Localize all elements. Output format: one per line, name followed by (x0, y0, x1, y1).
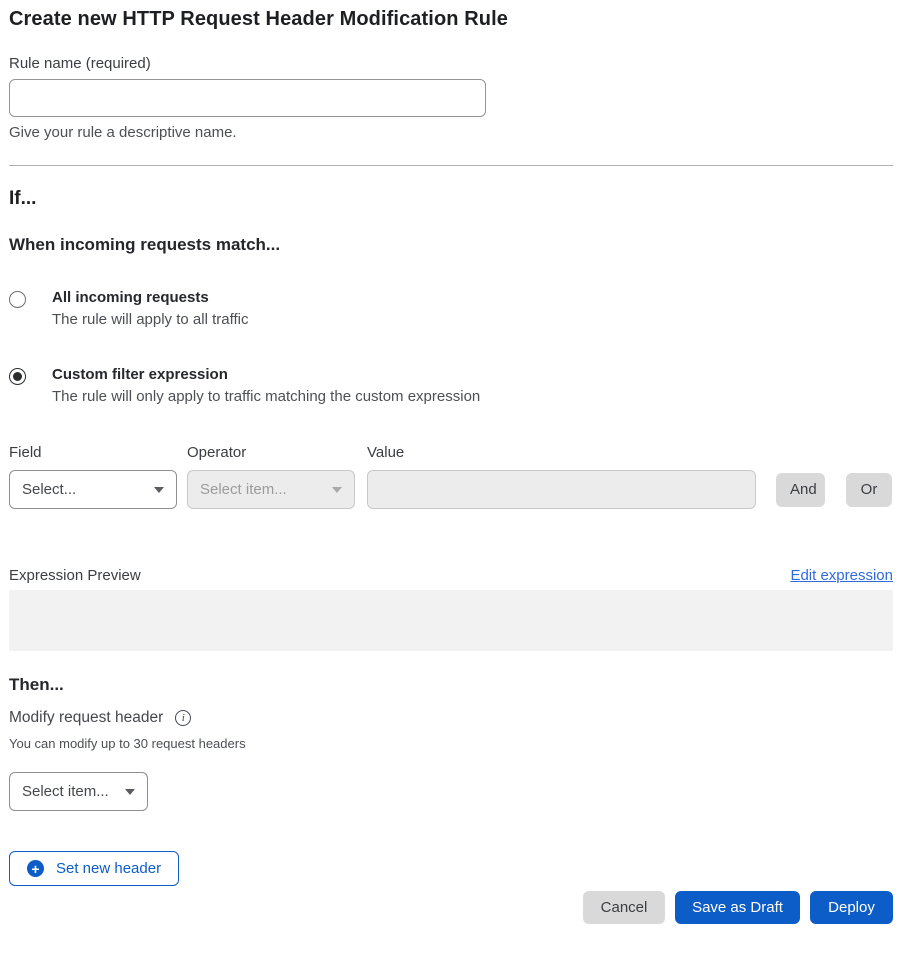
expression-builder-row: Select... Select item... And Or (9, 470, 893, 509)
set-new-header-label: Set new header (56, 860, 161, 877)
info-icon[interactable]: i (175, 710, 191, 726)
modify-header-label: Modify request header (9, 709, 163, 727)
expression-builder-labels: Field Operator Value (9, 444, 893, 461)
if-heading: If... (9, 188, 893, 210)
plus-circle-icon: + (27, 860, 44, 877)
match-subheading: When incoming requests match... (9, 235, 893, 255)
header-item-select[interactable]: Select item... (9, 772, 148, 811)
chevron-down-icon (154, 487, 164, 493)
value-input (367, 470, 756, 509)
set-new-header-button[interactable]: + Set new header (9, 851, 179, 886)
and-button[interactable]: And (776, 473, 825, 507)
radio-option-all-incoming-requests[interactable]: All incoming requests The rule will appl… (9, 289, 893, 328)
save-as-draft-button[interactable]: Save as Draft (675, 891, 800, 924)
rule-name-helper: Give your rule a descriptive name. (9, 124, 893, 141)
modify-header-row: Modify request header i (9, 709, 893, 727)
expression-preview-label: Expression Preview (9, 567, 141, 584)
create-rule-page: Create new HTTP Request Header Modificat… (0, 0, 899, 924)
cancel-button[interactable]: Cancel (583, 891, 665, 924)
rule-name-input[interactable] (9, 79, 486, 117)
section-divider (9, 165, 893, 166)
radio-option-label: Custom filter expression (52, 366, 480, 383)
operator-select-value: Select item... (200, 481, 324, 498)
value-label: Value (367, 444, 756, 461)
then-heading: Then... (9, 675, 893, 695)
radio-option-text: All incoming requests The rule will appl… (52, 289, 248, 328)
footer-actions: Cancel Save as Draft Deploy (9, 891, 893, 924)
chevron-down-icon (125, 789, 135, 795)
or-button[interactable]: Or (846, 473, 892, 507)
field-select[interactable]: Select... (9, 470, 177, 509)
chevron-down-icon (332, 487, 342, 493)
radio-option-description: The rule will only apply to traffic matc… (52, 388, 480, 405)
deploy-button[interactable]: Deploy (810, 891, 893, 924)
radio-option-custom-filter-expression[interactable]: Custom filter expression The rule will o… (9, 366, 893, 405)
expression-preview-box (9, 590, 893, 651)
field-label: Field (9, 444, 187, 461)
modify-header-helper: You can modify up to 30 request headers (9, 736, 893, 751)
operator-select: Select item... (187, 470, 355, 509)
edit-expression-link[interactable]: Edit expression (790, 567, 893, 584)
radio-option-text: Custom filter expression The rule will o… (52, 366, 480, 405)
radio-option-label: All incoming requests (52, 289, 248, 306)
radio-unselected-icon[interactable] (9, 291, 26, 308)
header-item-select-value: Select item... (22, 783, 117, 800)
operator-label: Operator (187, 444, 367, 461)
expression-preview-header: Expression Preview Edit expression (9, 567, 893, 584)
page-title: Create new HTTP Request Header Modificat… (9, 8, 893, 31)
field-select-value: Select... (22, 481, 146, 498)
radio-option-description: The rule will apply to all traffic (52, 311, 248, 328)
radio-selected-icon[interactable] (9, 368, 26, 385)
rule-name-label: Rule name (required) (9, 55, 893, 72)
